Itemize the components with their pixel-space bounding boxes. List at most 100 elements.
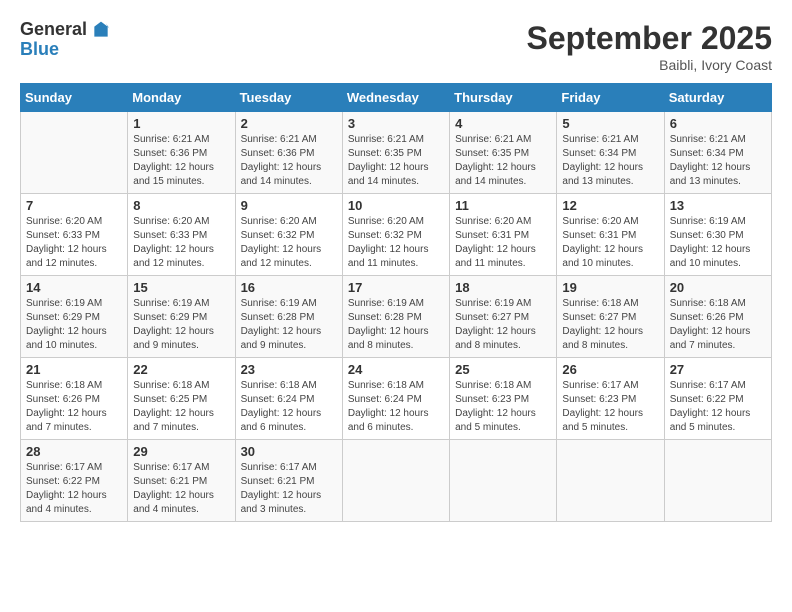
day-number: 29: [133, 444, 229, 459]
day-number: 8: [133, 198, 229, 213]
day-header-friday: Friday: [557, 84, 664, 112]
calendar-cell: 24Sunrise: 6:18 AMSunset: 6:24 PMDayligh…: [342, 358, 449, 440]
calendar-cell: 15 Sunrise: 6:19 AMSunset: 6:29 PMDayligh…: [128, 276, 235, 358]
day-info: Sunrise: 6:18 AMSunset: 6:26 PMDaylight:…: [26, 379, 122, 435]
calendar-cell: [664, 440, 771, 522]
calendar-cell: 3 Sunrise: 6:21 AMSunset: 6:35 PMDaylight…: [342, 112, 449, 194]
calendar-cell: 1Sunrise: 6:21 AMSunset: 6:36 PMDaylight…: [128, 112, 235, 194]
day-info: Sunrise: 6:21 AMSunset: 6:35 PMDaylight:…: [348, 133, 444, 189]
day-info: Sunrise: 6:18 AMSunset: 6:26 PMDaylight:…: [670, 297, 766, 353]
day-info: Sunrise: 6:20 AMSunset: 6:31 PMDaylight:…: [562, 215, 658, 271]
day-number: 14: [26, 280, 122, 295]
calendar-cell: 20 Sunrise: 6:18 AMSunset: 6:26 PMDayligh…: [664, 276, 771, 358]
calendar-header: SundayMondayTuesdayWednesdayThursdayFrid…: [21, 84, 772, 112]
calendar-cell: [342, 440, 449, 522]
day-header-sunday: Sunday: [21, 84, 128, 112]
day-header-saturday: Saturday: [664, 84, 771, 112]
logo: General Blue: [20, 20, 111, 60]
calendar-cell: 2Sunrise: 6:21 AMSunset: 6:36 PMDaylight…: [235, 112, 342, 194]
day-header-thursday: Thursday: [450, 84, 557, 112]
calendar-body: 1Sunrise: 6:21 AMSunset: 6:36 PMDaylight…: [21, 112, 772, 522]
calendar-cell: 27 Sunrise: 6:17 AMSunset: 6:22 PMDayligh…: [664, 358, 771, 440]
day-info: Sunrise: 6:19 AMSunset: 6:29 PMDaylight:…: [26, 297, 122, 353]
calendar-cell: 23Sunrise: 6:18 AMSunset: 6:24 PMDayligh…: [235, 358, 342, 440]
day-info: Sunrise: 6:18 AMSunset: 6:27 PMDaylight:…: [562, 297, 658, 353]
day-number: 28: [26, 444, 122, 459]
day-info: Sunrise: 6:21 AMSunset: 6:34 PMDaylight:…: [562, 133, 658, 189]
day-info: Sunrise: 6:19 AMSunset: 6:29 PMDaylight:…: [133, 297, 229, 353]
day-number: 4: [455, 116, 551, 131]
day-number: 20: [670, 280, 766, 295]
calendar-cell: 21 Sunrise: 6:18 AMSunset: 6:26 PMDayligh…: [21, 358, 128, 440]
day-info: Sunrise: 6:20 AMSunset: 6:32 PMDaylight:…: [241, 215, 337, 271]
calendar-week-2: 7 Sunrise: 6:20 AMSunset: 6:33 PMDaylight…: [21, 194, 772, 276]
day-number: 3: [348, 116, 444, 131]
day-info: Sunrise: 6:17 AMSunset: 6:21 PMDaylight:…: [133, 461, 229, 517]
header-row: SundayMondayTuesdayWednesdayThursdayFrid…: [21, 84, 772, 112]
day-number: 2: [241, 116, 337, 131]
calendar-cell: 19 Sunrise: 6:18 AMSunset: 6:27 PMDayligh…: [557, 276, 664, 358]
day-info: Sunrise: 6:20 AMSunset: 6:33 PMDaylight:…: [26, 215, 122, 271]
calendar-cell: 28Sunrise: 6:17 AMSunset: 6:22 PMDayligh…: [21, 440, 128, 522]
day-number: 22: [133, 362, 229, 377]
calendar-week-5: 28Sunrise: 6:17 AMSunset: 6:22 PMDayligh…: [21, 440, 772, 522]
day-info: Sunrise: 6:21 AMSunset: 6:35 PMDaylight:…: [455, 133, 551, 189]
day-info: Sunrise: 6:20 AMSunset: 6:31 PMDaylight:…: [455, 215, 551, 271]
logo-general: General: [20, 20, 87, 40]
day-info: Sunrise: 6:17 AMSunset: 6:23 PMDaylight:…: [562, 379, 658, 435]
day-number: 26: [562, 362, 658, 377]
day-number: 7: [26, 198, 122, 213]
day-number: 12: [562, 198, 658, 213]
day-info: Sunrise: 6:19 AMSunset: 6:30 PMDaylight:…: [670, 215, 766, 271]
calendar-cell: 5 Sunrise: 6:21 AMSunset: 6:34 PMDaylight…: [557, 112, 664, 194]
day-number: 30: [241, 444, 337, 459]
calendar-table: SundayMondayTuesdayWednesdayThursdayFrid…: [20, 83, 772, 522]
calendar-cell: [450, 440, 557, 522]
calendar-cell: 29 Sunrise: 6:17 AMSunset: 6:21 PMDayligh…: [128, 440, 235, 522]
calendar-cell: 13 Sunrise: 6:19 AMSunset: 6:30 PMDayligh…: [664, 194, 771, 276]
day-number: 24: [348, 362, 444, 377]
calendar-cell: 22Sunrise: 6:18 AMSunset: 6:25 PMDayligh…: [128, 358, 235, 440]
calendar-cell: 30 Sunrise: 6:17 AMSunset: 6:21 PMDayligh…: [235, 440, 342, 522]
calendar-cell: 16 Sunrise: 6:19 AMSunset: 6:28 PMDayligh…: [235, 276, 342, 358]
month-title: September 2025: [527, 20, 772, 57]
day-number: 16: [241, 280, 337, 295]
day-info: Sunrise: 6:19 AMSunset: 6:28 PMDaylight:…: [348, 297, 444, 353]
calendar-cell: 8Sunrise: 6:20 AMSunset: 6:33 PMDaylight…: [128, 194, 235, 276]
logo-icon: [91, 20, 111, 40]
day-info: Sunrise: 6:17 AMSunset: 6:22 PMDaylight:…: [670, 379, 766, 435]
day-info: Sunrise: 6:20 AMSunset: 6:32 PMDaylight:…: [348, 215, 444, 271]
calendar-cell: 25 Sunrise: 6:18 AMSunset: 6:23 PMDayligh…: [450, 358, 557, 440]
day-number: 13: [670, 198, 766, 213]
title-block: September 2025 Baibli, Ivory Coast: [527, 20, 772, 73]
calendar-week-4: 21 Sunrise: 6:18 AMSunset: 6:26 PMDayligh…: [21, 358, 772, 440]
calendar-cell: 4 Sunrise: 6:21 AMSunset: 6:35 PMDaylight…: [450, 112, 557, 194]
day-number: 19: [562, 280, 658, 295]
day-info: Sunrise: 6:17 AMSunset: 6:21 PMDaylight:…: [241, 461, 337, 517]
day-number: 5: [562, 116, 658, 131]
day-header-tuesday: Tuesday: [235, 84, 342, 112]
calendar-cell: 9 Sunrise: 6:20 AMSunset: 6:32 PMDaylight…: [235, 194, 342, 276]
day-number: 15: [133, 280, 229, 295]
day-number: 1: [133, 116, 229, 131]
day-header-wednesday: Wednesday: [342, 84, 449, 112]
day-info: Sunrise: 6:18 AMSunset: 6:24 PMDaylight:…: [241, 379, 337, 435]
page-header: General Blue September 2025 Baibli, Ivor…: [20, 20, 772, 73]
day-number: 9: [241, 198, 337, 213]
calendar-week-3: 14 Sunrise: 6:19 AMSunset: 6:29 PMDayligh…: [21, 276, 772, 358]
location-subtitle: Baibli, Ivory Coast: [527, 57, 772, 73]
day-info: Sunrise: 6:19 AMSunset: 6:27 PMDaylight:…: [455, 297, 551, 353]
day-number: 11: [455, 198, 551, 213]
day-number: 21: [26, 362, 122, 377]
day-info: Sunrise: 6:18 AMSunset: 6:23 PMDaylight:…: [455, 379, 551, 435]
calendar-cell: 18 Sunrise: 6:19 AMSunset: 6:27 PMDayligh…: [450, 276, 557, 358]
day-number: 17: [348, 280, 444, 295]
day-number: 25: [455, 362, 551, 377]
calendar-cell: 12 Sunrise: 6:20 AMSunset: 6:31 PMDayligh…: [557, 194, 664, 276]
day-number: 27: [670, 362, 766, 377]
day-number: 18: [455, 280, 551, 295]
day-info: Sunrise: 6:21 AMSunset: 6:34 PMDaylight:…: [670, 133, 766, 189]
day-number: 6: [670, 116, 766, 131]
calendar-cell: [21, 112, 128, 194]
day-info: Sunrise: 6:19 AMSunset: 6:28 PMDaylight:…: [241, 297, 337, 353]
